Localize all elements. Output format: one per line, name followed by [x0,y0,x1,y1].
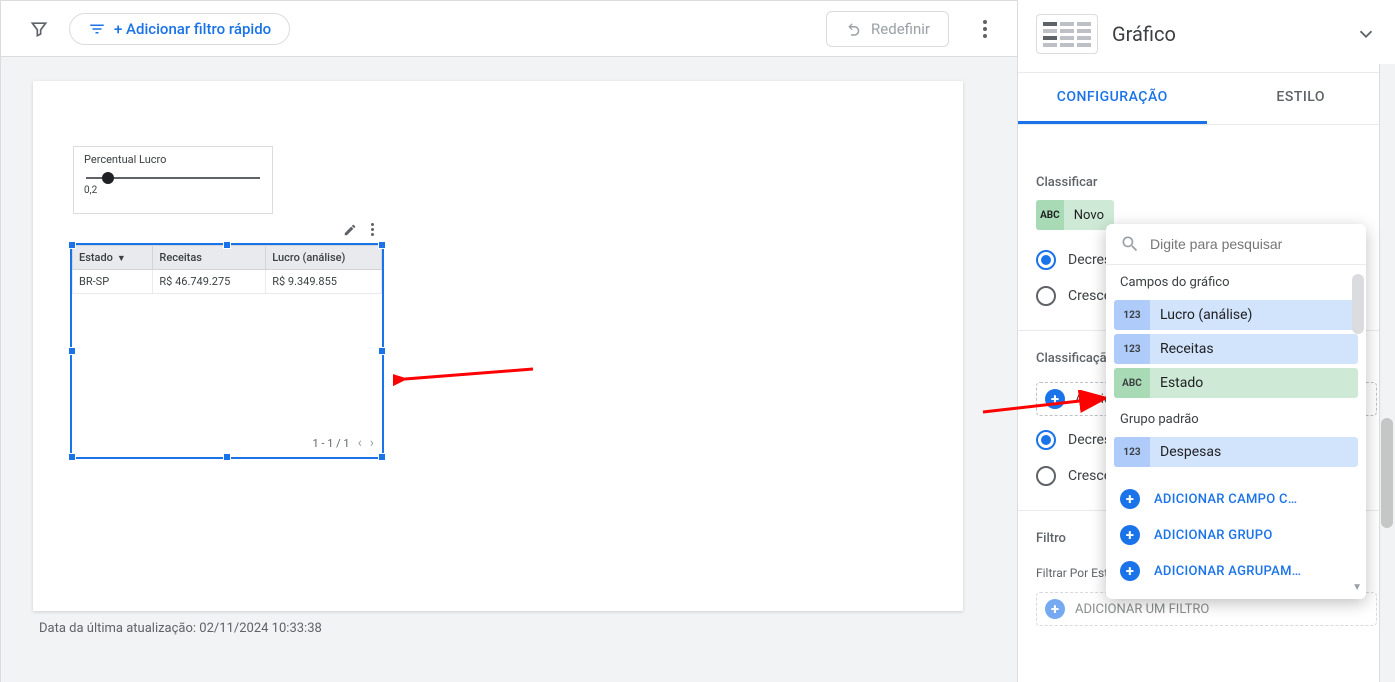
plus-icon: + [1120,489,1140,509]
cell-estado: BR-SP [73,270,153,294]
tab-config[interactable]: CONFIGURAÇÃO [1018,73,1207,124]
table-pager: 1 - 1 / 1 ‹ › [313,435,374,451]
tab-style[interactable]: ESTILO [1207,73,1395,124]
plus-icon: + [1045,389,1065,409]
col-receitas[interactable]: Receitas [153,246,266,270]
radio-icon [1036,250,1056,270]
filter-icon[interactable] [21,11,57,47]
sort-section-label: Classificar [1018,155,1395,200]
col-lucro[interactable]: Lucro (análise) [266,246,382,270]
last-updated-text: Data da última atualização: 02/11/2024 1… [33,611,985,636]
table-chart-selected[interactable]: Estado▼ Receitas Lucro (análise) BR-SP R… [70,243,384,459]
chip-type-abc: ABC [1036,200,1064,230]
popup-dropdown-caret: ▼ [1352,582,1362,593]
edit-icon[interactable] [343,223,357,237]
data-table: Estado▼ Receitas Lucro (análise) BR-SP R… [72,245,382,294]
collapse-icon[interactable] [1355,23,1377,45]
slider-value: 0,2 [84,185,262,196]
plus-icon: + [1045,599,1065,619]
cell-lucro: R$ 9.349.855 [266,270,382,294]
panel-scrollbar-thumb[interactable] [1381,418,1393,528]
panel-title: Gráfico [1112,22,1176,46]
slider-control[interactable]: Percentual Lucro 0,2 [73,146,273,214]
report-canvas[interactable]: Percentual Lucro 0,2 Estado▼ Receita [33,81,963,611]
slider-title: Percentual Lucro [84,153,262,166]
sort-field-chip[interactable]: ABC Novo [1036,200,1114,230]
field-picker-popup: Campos do gráfico 123 Lucro (análise) 12… [1106,224,1366,599]
cell-receitas: R$ 46.749.275 [153,270,266,294]
chart-type-thumb[interactable] [1036,14,1098,54]
slider-track[interactable] [86,177,260,179]
add-binning-button[interactable]: + ADICIONAR AGRUPAM… [1106,553,1366,589]
panel-scrollbar-track[interactable] [1379,64,1395,682]
field-despesas[interactable]: 123 Despesas [1114,437,1358,467]
table-row[interactable]: BR-SP R$ 46.749.275 R$ 9.349.855 [73,270,382,294]
more-menu-icon[interactable] [973,20,997,38]
quick-filter-label: + Adicionar filtro rápido [114,20,271,38]
annotation-arrow-1 [393,359,543,389]
search-icon [1120,234,1140,254]
redefine-label: Redefinir [871,20,930,38]
radio-icon [1036,430,1056,450]
radio-icon [1036,286,1056,306]
plus-icon: + [1120,561,1140,581]
add-group-button[interactable]: + ADICIONAR GRUPO [1106,517,1366,553]
col-estado[interactable]: Estado▼ [73,246,153,270]
field-search-input[interactable] [1150,236,1352,252]
redefine-button[interactable]: Redefinir [826,11,949,47]
group-chart-fields: Campos do gráfico [1106,265,1366,296]
top-toolbar: + Adicionar filtro rápido Redefinir [1,1,1017,57]
field-lucro-analise[interactable]: 123 Lucro (análise) [1114,300,1358,330]
pager-prev-icon[interactable]: ‹ [358,435,362,451]
popup-scrollbar[interactable] [1352,274,1364,334]
pager-next-icon[interactable]: › [370,435,374,451]
add-quick-filter-button[interactable]: + Adicionar filtro rápido [69,13,290,45]
field-estado[interactable]: ABC Estado [1114,368,1358,398]
add-calculated-field-button[interactable]: + ADICIONAR CAMPO C… [1106,481,1366,517]
plus-icon: + [1120,525,1140,545]
group-default: Grupo padrão [1106,402,1366,433]
radio-icon [1036,466,1056,486]
slider-thumb[interactable] [102,172,114,184]
table-kebab-icon[interactable] [371,223,374,237]
field-receitas[interactable]: 123 Receitas [1114,334,1358,364]
